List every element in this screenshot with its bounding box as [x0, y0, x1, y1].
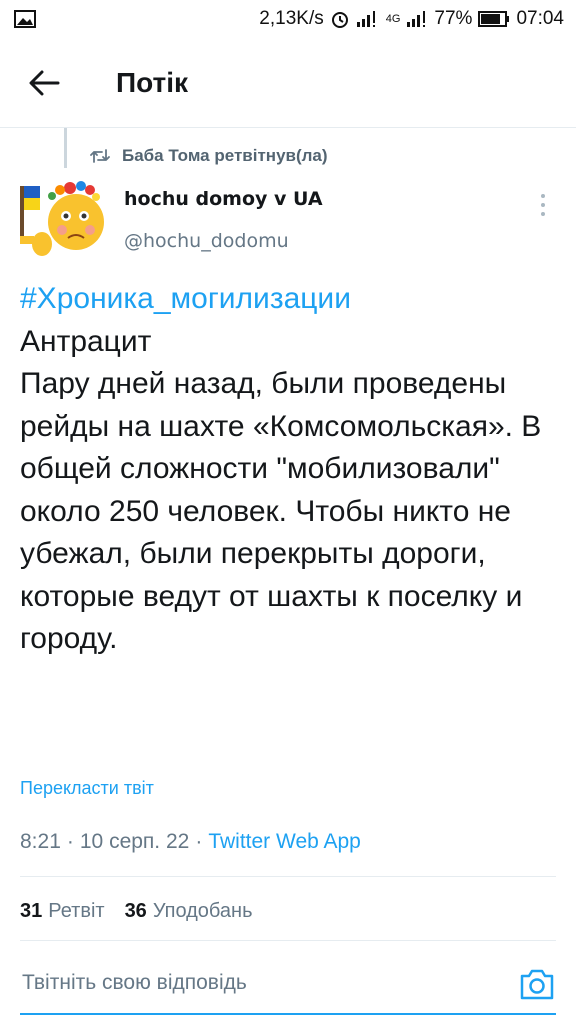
- tweet-text: #Хроника_могилизации Антрацит Пару дней …: [20, 278, 560, 661]
- meta-separator: ·: [66, 830, 74, 853]
- source-app-link[interactable]: Twitter Web App: [208, 830, 361, 854]
- retweets-label: Ретвіт: [48, 900, 105, 922]
- back-button[interactable]: [24, 66, 64, 100]
- reply-input[interactable]: Твітніть свою відповідь: [22, 971, 247, 995]
- network-speed: 2,13K/s: [259, 8, 324, 29]
- divider: [20, 876, 556, 877]
- tweet-stats: 31 Ретвіт 36 Уподобань: [20, 900, 253, 923]
- tweet-content: Антрацит Пару дней назад, были проведены…: [20, 324, 542, 656]
- tweet-date: 10 серп. 22: [79, 830, 190, 853]
- more-dots-icon: [541, 194, 545, 198]
- retweet-indicator[interactable]: Баба Тома ретвітнув(ла): [90, 142, 328, 170]
- retweets-stat[interactable]: 31 Ретвіт: [20, 900, 105, 923]
- thread-line: [64, 128, 67, 168]
- arrow-left-icon: [29, 70, 60, 96]
- retweets-count: 31: [20, 900, 43, 922]
- alarm-icon: [330, 9, 350, 29]
- author-name[interactable]: hochu domoy v UA: [124, 188, 323, 210]
- likes-stat[interactable]: 36 Уподобань: [125, 900, 253, 923]
- gallery-notification-icon: [14, 10, 36, 33]
- reply-input-underline: [20, 1013, 556, 1015]
- clock: 07:04: [516, 8, 564, 29]
- page-title: Потік: [116, 67, 189, 98]
- hashtag-link[interactable]: #Хроника_могилизации: [20, 282, 351, 315]
- meta-separator: ·: [195, 830, 203, 853]
- reply-bar: Твітніть свою відповідь: [0, 941, 576, 1024]
- likes-count: 36: [124, 900, 147, 922]
- translate-button[interactable]: Перекласти твіт: [20, 778, 154, 799]
- more-options-button[interactable]: [528, 190, 558, 220]
- app-header: Потік: [0, 38, 576, 128]
- tweet-time: 8:21: [20, 830, 61, 853]
- camera-button[interactable]: [518, 967, 556, 1001]
- author-handle[interactable]: @hochu_dodomu: [124, 230, 289, 252]
- battery-percent: 77%: [434, 8, 473, 29]
- retweet-icon: [90, 149, 110, 163]
- signal-icon: [356, 10, 380, 28]
- battery-icon: [478, 11, 510, 27]
- retweet-label: Баба Тома ретвітнув(ла): [122, 146, 328, 165]
- camera-icon: [520, 969, 554, 1000]
- network-type: 4G: [385, 13, 401, 25]
- signal-4g-icon: [406, 10, 428, 28]
- likes-label: Уподобань: [152, 900, 253, 922]
- avatar[interactable]: [18, 178, 108, 260]
- status-bar: 2,13K/s 4G 77% 07:04: [0, 0, 576, 38]
- tweet-meta: 8:21 · 10 серп. 22 · Twitter Web App: [20, 830, 361, 854]
